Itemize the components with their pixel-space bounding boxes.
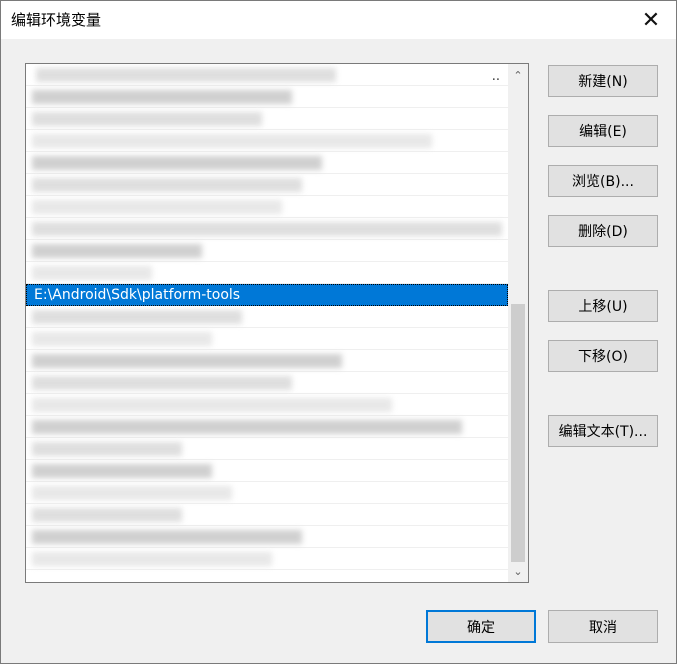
list-item[interactable]	[26, 548, 508, 570]
ok-button[interactable]: 确定	[426, 610, 536, 643]
list-item[interactable]	[26, 152, 508, 174]
list-item[interactable]	[26, 416, 508, 438]
delete-button[interactable]: 删除(D)	[548, 215, 658, 247]
move-up-button[interactable]: 上移(U)	[548, 290, 658, 322]
scroll-down-icon[interactable]: ⌄	[508, 562, 528, 580]
dialog-title: 编辑环境变量	[11, 11, 102, 29]
list-item-selected[interactable]: E:\Android\Sdk\platform-tools	[26, 284, 508, 306]
list-item[interactable]	[26, 526, 508, 548]
vertical-scrollbar[interactable]: ⌃ ⌄	[508, 64, 528, 582]
new-button[interactable]: 新建(N)	[548, 65, 658, 97]
path-list[interactable]: .. E:\Android\Sdk\platform-tools ⌃ ⌄	[25, 63, 529, 583]
browse-button[interactable]: 浏览(B)...	[548, 165, 658, 197]
list-item[interactable]	[26, 196, 508, 218]
list-item[interactable]	[26, 482, 508, 504]
list-item[interactable]	[26, 130, 508, 152]
list-item[interactable]	[26, 86, 508, 108]
list-item[interactable]	[26, 438, 508, 460]
list-item[interactable]	[26, 328, 508, 350]
edit-button[interactable]: 编辑(E)	[548, 115, 658, 147]
move-down-button[interactable]: 下移(O)	[548, 340, 658, 372]
list-item[interactable]	[26, 394, 508, 416]
list-item[interactable]	[26, 218, 508, 240]
close-icon[interactable]: ✕	[628, 1, 674, 39]
list-item[interactable]	[26, 372, 508, 394]
edit-text-button[interactable]: 编辑文本(T)...	[548, 415, 658, 447]
cancel-button[interactable]: 取消	[548, 610, 658, 643]
list-item[interactable]	[26, 350, 508, 372]
list-item[interactable]	[26, 306, 508, 328]
list-item[interactable]	[26, 174, 508, 196]
list-item[interactable]: ..	[26, 64, 508, 86]
edit-env-var-dialog: 编辑环境变量 ✕ .. E:\Android\Sdk\platform-tool…	[0, 0, 677, 664]
list-item[interactable]	[26, 240, 508, 262]
title-bar: 编辑环境变量 ✕	[1, 1, 676, 39]
scroll-up-icon[interactable]: ⌃	[508, 66, 528, 84]
list-item[interactable]	[26, 504, 508, 526]
scrollbar-thumb[interactable]	[511, 304, 525, 562]
row-ellipsis: ..	[491, 69, 500, 84]
selected-path-text: E:\Android\Sdk\platform-tools	[34, 287, 241, 303]
list-item[interactable]	[26, 108, 508, 130]
list-item[interactable]	[26, 460, 508, 482]
list-item[interactable]	[26, 262, 508, 284]
